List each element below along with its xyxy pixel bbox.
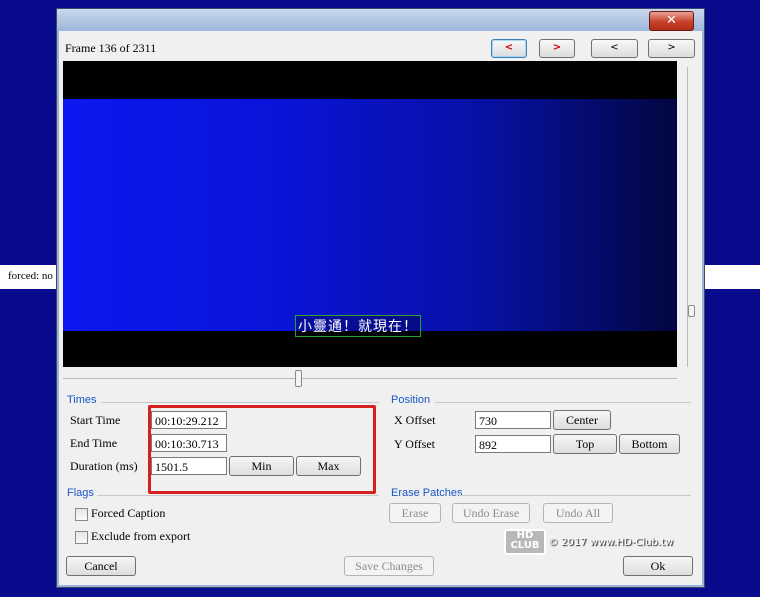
edit-subtitle-dialog: ✕ Frame 136 of 2311 < > < > 小靈通！就現在！ Tim… — [56, 8, 705, 588]
watermark-text: © 2017 www.HD-Club.tw — [548, 537, 674, 548]
forced-caption-checkbox[interactable] — [75, 508, 88, 521]
vertical-slider-track — [687, 67, 688, 367]
bottom-button[interactable]: Bottom — [619, 434, 680, 454]
horizontal-slider-track — [63, 378, 677, 379]
center-button[interactable]: Center — [553, 410, 611, 430]
ok-button[interactable]: Ok — [623, 556, 693, 576]
erase-button[interactable]: Erase — [389, 503, 441, 523]
x-offset-label: X Offset — [394, 413, 436, 427]
title-bar: ✕ — [57, 9, 704, 31]
forced-caption-label: Forced Caption — [91, 506, 166, 520]
position-group-rule — [435, 402, 691, 403]
erase-patches-group-rule — [459, 495, 691, 496]
frame-counter: Frame 136 of 2311 — [65, 41, 157, 55]
duration-label: Duration (ms) — [70, 459, 138, 473]
top-button[interactable]: Top — [553, 434, 617, 454]
x-offset-input[interactable]: 730 — [475, 411, 551, 429]
prev-frame-button[interactable]: < — [591, 39, 638, 58]
subtitle-text: 小靈通！就現在！ — [295, 315, 421, 337]
vertical-slider-thumb[interactable] — [688, 305, 695, 317]
exclude-from-export-checkbox[interactable] — [75, 531, 88, 544]
cancel-button[interactable]: Cancel — [66, 556, 136, 576]
flags-group-title: Flags — [67, 487, 94, 499]
video-preview: 小靈通！就現在！ — [63, 61, 677, 367]
next-subtitle-button[interactable]: > — [539, 39, 575, 58]
exclude-from-export-label: Exclude from export — [91, 529, 191, 543]
watermark-logo: HD CLUB — [504, 529, 546, 555]
times-group-title: Times — [67, 394, 97, 406]
y-offset-label: Y Offset — [394, 437, 435, 451]
highlight-box — [148, 405, 376, 494]
background-forced-text: forced: no — [8, 270, 53, 282]
y-offset-input[interactable]: 892 — [475, 435, 551, 453]
next-frame-button[interactable]: > — [648, 39, 695, 58]
end-time-label: End Time — [70, 436, 118, 450]
close-button[interactable]: ✕ — [649, 11, 694, 31]
position-group-title: Position — [391, 394, 431, 406]
save-changes-button[interactable]: Save Changes — [344, 556, 434, 576]
horizontal-slider-thumb[interactable] — [295, 370, 302, 387]
erase-patches-group-title: Erase Patches — [391, 487, 463, 499]
dialog-client: Frame 136 of 2311 < > < > 小靈通！就現在！ Times… — [61, 33, 699, 581]
video-frame-image — [63, 99, 677, 331]
undo-erase-button[interactable]: Undo Erase — [452, 503, 530, 523]
undo-all-button[interactable]: Undo All — [543, 503, 613, 523]
times-group-rule — [101, 402, 379, 403]
prev-subtitle-button[interactable]: < — [491, 39, 527, 58]
start-time-label: Start Time — [70, 413, 121, 427]
flags-group-rule — [97, 495, 379, 496]
